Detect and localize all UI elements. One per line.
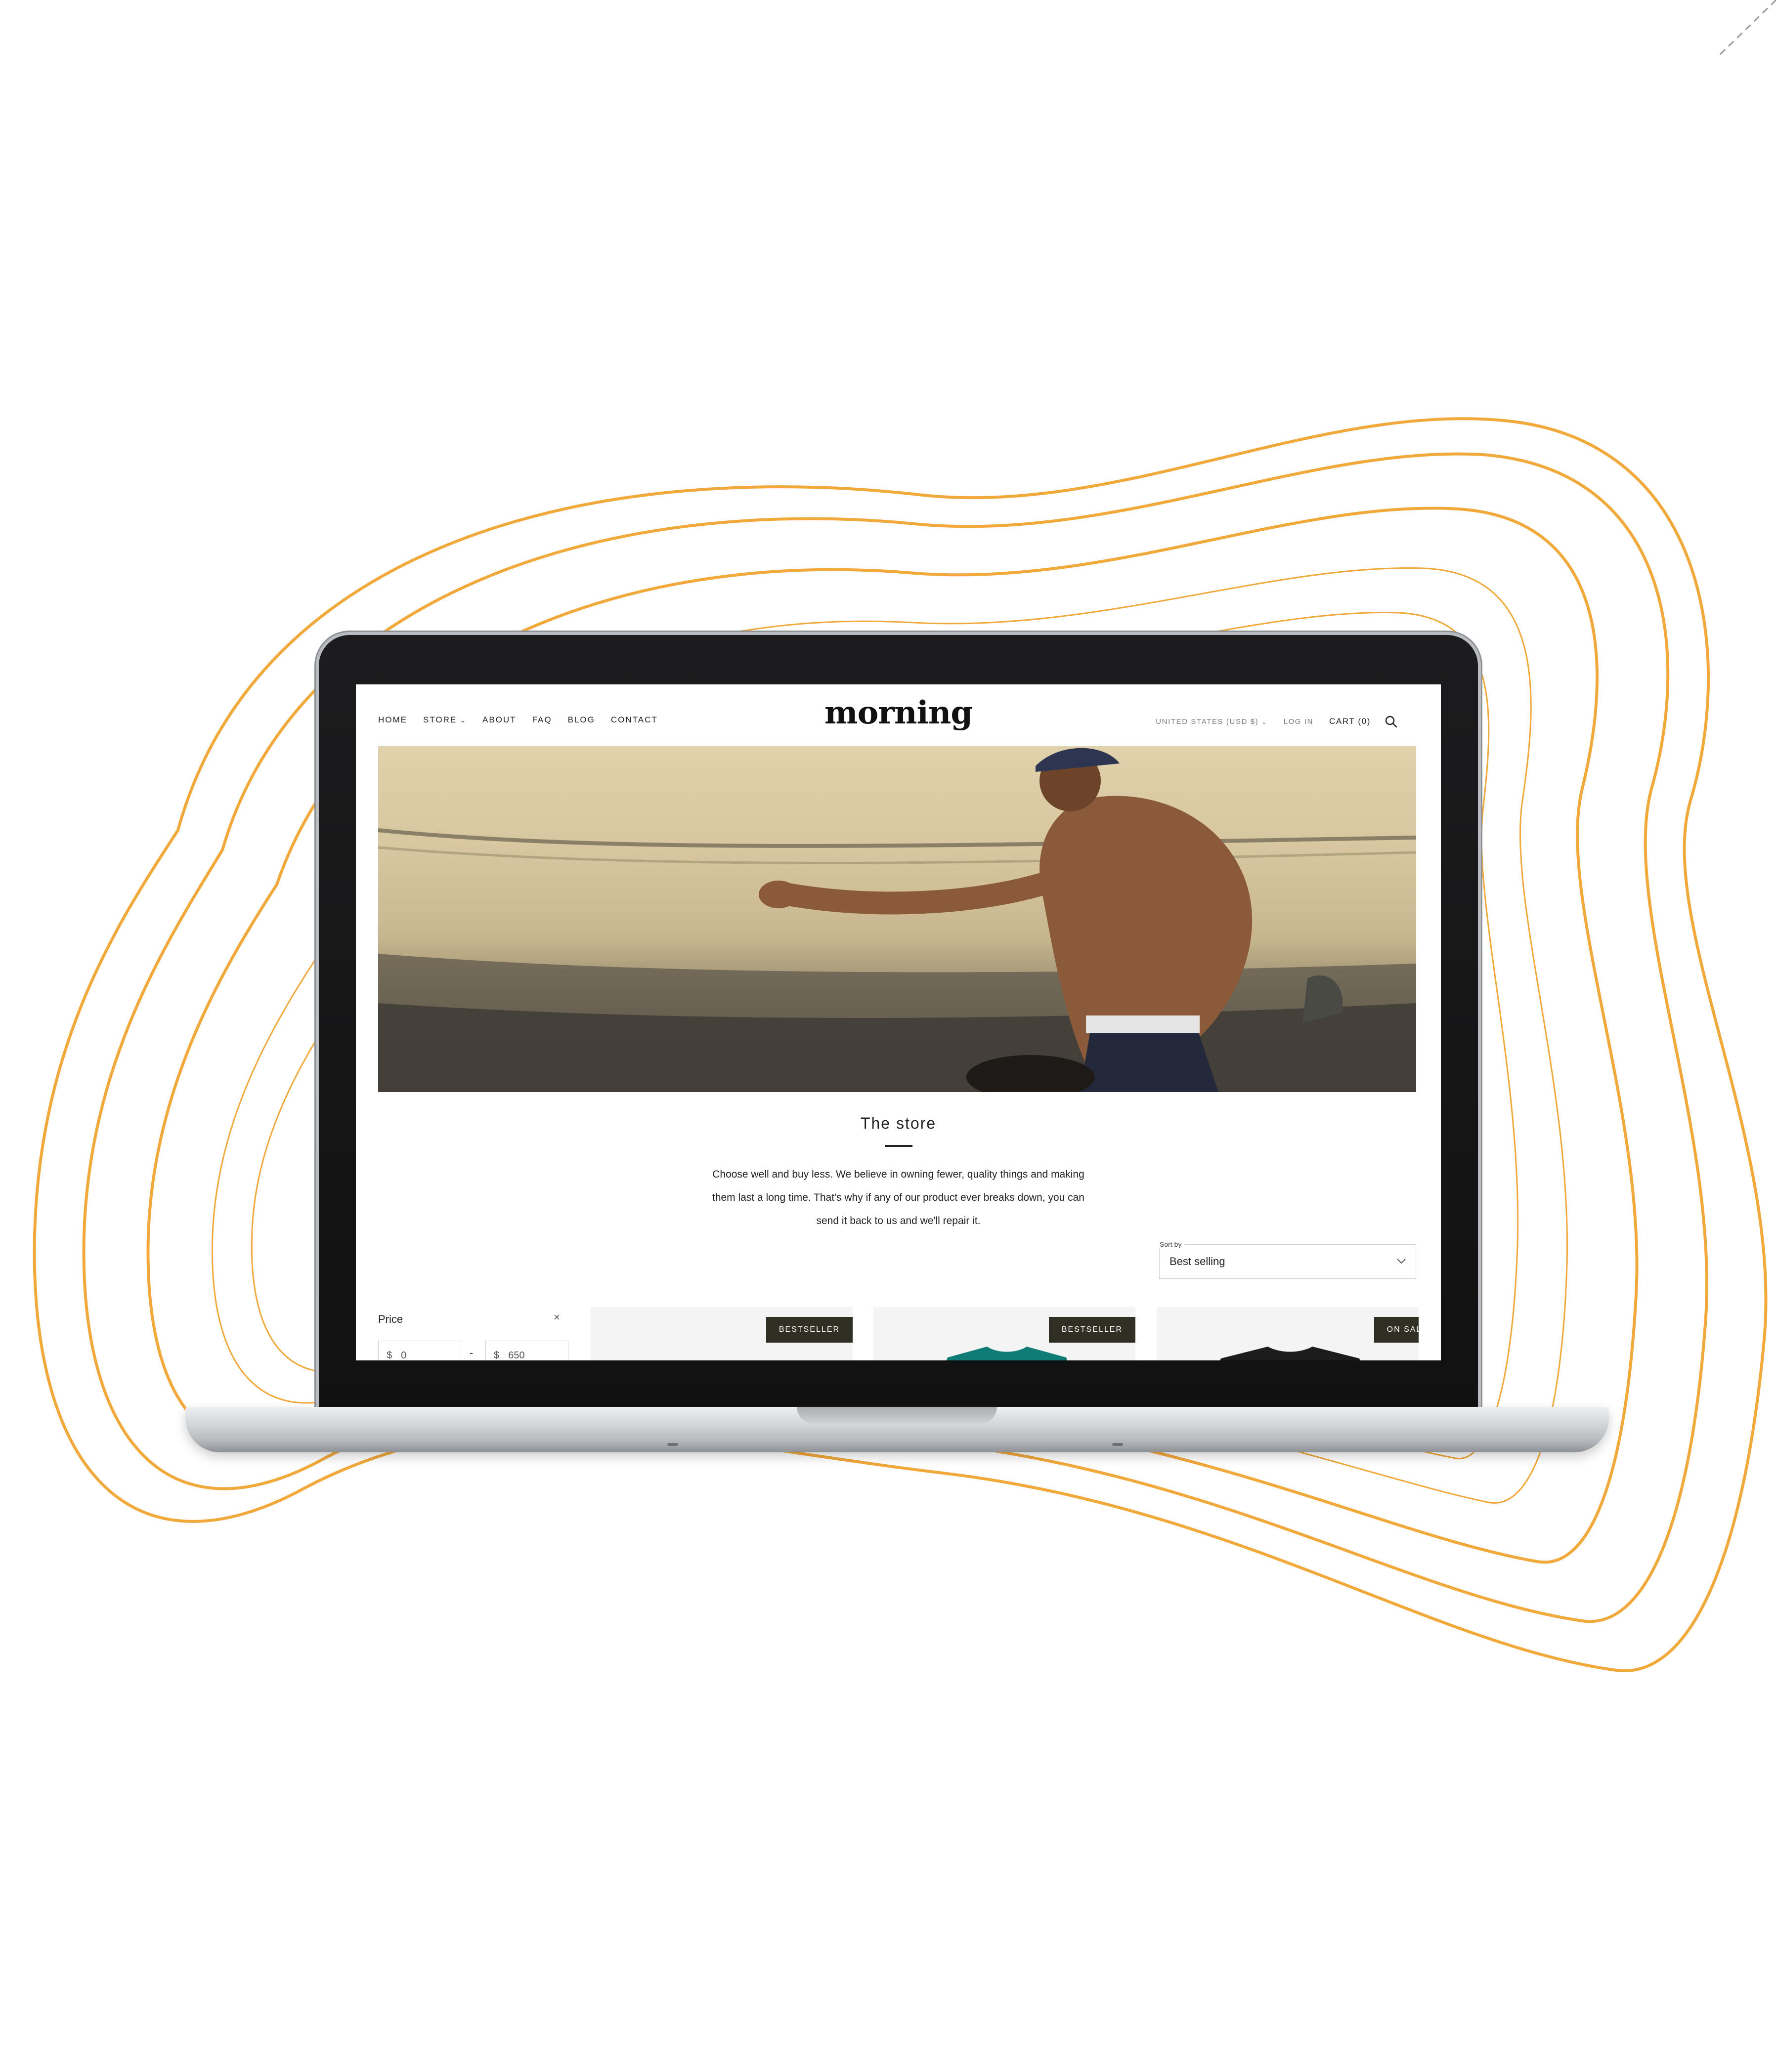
login-link[interactable]: LOG IN bbox=[1284, 718, 1313, 726]
product-badge: BESTSELLER bbox=[1048, 1317, 1135, 1343]
currency-selector[interactable]: UNITED STATES (USD $) ⌄ bbox=[1156, 718, 1267, 726]
currency-label: UNITED STATES (USD $) bbox=[1156, 717, 1259, 726]
tshirt-image bbox=[1220, 1347, 1360, 1360]
skater-photo bbox=[378, 748, 1416, 1092]
sort-select[interactable]: Best selling bbox=[1159, 1244, 1416, 1279]
chevron-down-icon: ⌄ bbox=[1261, 718, 1268, 725]
laptop-notch bbox=[797, 1407, 997, 1424]
tshirt-image bbox=[946, 1347, 1068, 1360]
search-icon[interactable] bbox=[1385, 715, 1397, 728]
product-badge: BESTSELLER bbox=[766, 1317, 853, 1343]
price-separator: - bbox=[470, 1347, 474, 1359]
product-card[interactable]: BESTSELLER bbox=[591, 1307, 853, 1360]
price-filter-title: Price bbox=[378, 1313, 403, 1325]
intro-line: Choose well and buy less. We believe in … bbox=[712, 1169, 1084, 1180]
intro-line: send it back to us and we'll repair it. bbox=[816, 1215, 981, 1226]
page-title: The store bbox=[860, 1114, 937, 1132]
laptop-foot bbox=[667, 1443, 678, 1446]
laptop-foot bbox=[1112, 1443, 1123, 1446]
currency-symbol: $ bbox=[494, 1350, 500, 1361]
currency-symbol: $ bbox=[387, 1350, 392, 1361]
product-badge: ON SALE bbox=[1374, 1317, 1419, 1343]
intro-line: them last a long time. That's why if any… bbox=[712, 1192, 1084, 1203]
chevron-down-icon bbox=[1397, 1259, 1406, 1264]
header-utilities: UNITED STATES (USD $) ⌄ LOG IN CART (0) bbox=[1140, 715, 1397, 728]
price-min-value: 0 bbox=[401, 1350, 407, 1361]
browser-screen: HOME STORE ⌄ ABOUT FAQ BLOG CONTACT morni… bbox=[356, 684, 1441, 1360]
price-max-input[interactable]: $ 650 bbox=[485, 1341, 568, 1360]
title-divider bbox=[885, 1145, 912, 1147]
sort-by-label: Sort by bbox=[1157, 1240, 1185, 1248]
price-min-input[interactable]: $ 0 bbox=[378, 1341, 461, 1360]
close-icon[interactable]: × bbox=[554, 1311, 560, 1324]
price-max-value: 650 bbox=[508, 1350, 525, 1361]
hero-image bbox=[378, 746, 1416, 1092]
product-card[interactable]: ON SALE bbox=[1157, 1307, 1419, 1360]
cart-link[interactable]: CART (0) bbox=[1329, 717, 1371, 726]
product-card[interactable]: BESTSELLER bbox=[873, 1307, 1135, 1360]
intro-text: Choose well and buy less. We believe in … bbox=[667, 1163, 1129, 1232]
sort-value: Best selling bbox=[1170, 1255, 1225, 1268]
